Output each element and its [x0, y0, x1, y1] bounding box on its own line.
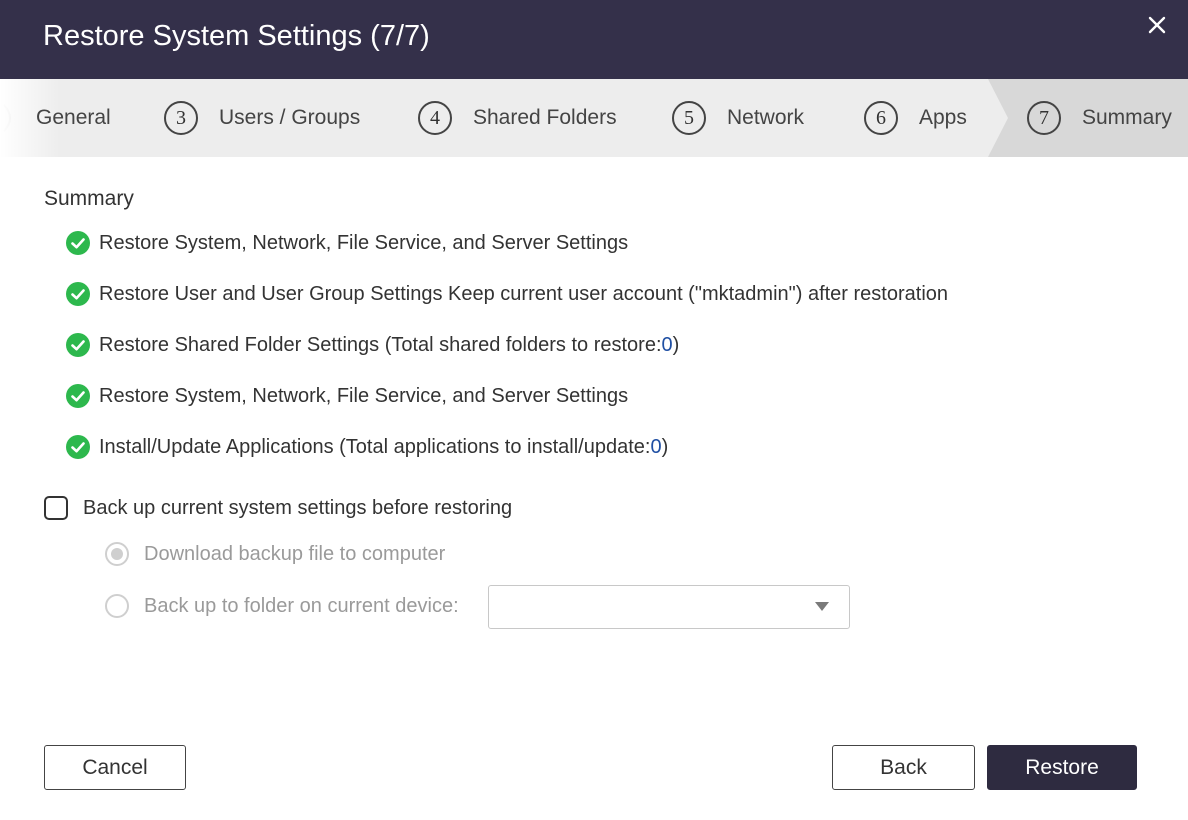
summary-item: Restore Shared Folder Settings (Total sh… [66, 333, 679, 357]
step-label: Summary [1082, 106, 1172, 129]
application-count: 0 [650, 435, 662, 458]
radio-label: Back up to folder on current device: [144, 594, 459, 617]
step-label: Network [727, 106, 805, 129]
summary-item: Restore System, Network, File Service, a… [66, 384, 628, 408]
step-number: 4 [418, 101, 452, 135]
radio-button[interactable] [105, 542, 129, 566]
dialog-titlebar: Restore System Settings (7/7) [0, 0, 1188, 79]
backup-option: Back up current system settings before r… [44, 496, 512, 520]
step-shared-folders[interactable]: 4 Shared Folders [418, 79, 617, 157]
step-number: 7 [1027, 101, 1061, 135]
summary-item-suffix: ) [661, 435, 669, 458]
summary-item: Install/Update Applications (Total appli… [66, 435, 668, 459]
step-number: 5 [672, 101, 706, 135]
check-circle-icon [66, 435, 90, 459]
step-number: 6 [864, 101, 898, 135]
backup-checkbox[interactable] [44, 496, 68, 520]
summary-item-suffix: ) [672, 333, 680, 356]
check-circle-icon [66, 282, 90, 306]
summary-item: Restore User and User Group Settings Kee… [66, 282, 948, 306]
check-circle-icon [66, 231, 90, 255]
step-number: 3 [164, 101, 198, 135]
step-label: Apps [919, 106, 967, 129]
chevron-down-icon [815, 602, 829, 611]
summary-item-text: Restore System, Network, File Service, a… [99, 231, 629, 254]
check-circle-icon [66, 384, 90, 408]
step-label: Users / Groups [219, 106, 361, 129]
step-summary[interactable]: 7 Summary [1027, 79, 1172, 157]
dialog-title: Restore System Settings (7/7) [43, 20, 430, 52]
summary-item-text: Install/Update Applications (Total appli… [99, 435, 651, 458]
radio-button[interactable] [105, 594, 129, 618]
shared-folder-count: 0 [661, 333, 673, 356]
step-label: Shared Folders [473, 106, 617, 129]
cancel-button[interactable]: Cancel [44, 745, 186, 790]
radio-backup-to-folder[interactable]: Back up to folder on current device: [105, 594, 459, 618]
summary-item-text: Restore Shared Folder Settings (Total sh… [99, 333, 662, 356]
section-title: Summary [44, 187, 134, 210]
wizard-steps: General 3 Users / Groups 4 Shared Folder… [0, 79, 1188, 157]
radio-label: Download backup file to computer [144, 542, 446, 565]
backup-folder-select[interactable] [488, 585, 850, 629]
step-general[interactable]: General [36, 79, 111, 157]
backup-checkbox-label[interactable]: Back up current system settings before r… [83, 497, 512, 520]
radio-download-backup[interactable]: Download backup file to computer [105, 542, 445, 566]
step-network[interactable]: 5 Network [672, 79, 804, 157]
step-label: General [36, 106, 111, 129]
summary-item: Restore System, Network, File Service, a… [66, 231, 628, 255]
summary-item-text: Restore User and User Group Settings Kee… [99, 282, 949, 305]
check-circle-icon [66, 333, 90, 357]
back-button[interactable]: Back [832, 745, 975, 790]
summary-item-text: Restore System, Network, File Service, a… [99, 384, 629, 407]
step-users-groups[interactable]: 3 Users / Groups [164, 79, 360, 157]
restore-button[interactable]: Restore [987, 745, 1137, 790]
step-apps[interactable]: 6 Apps [864, 79, 967, 157]
close-icon[interactable] [1143, 11, 1171, 39]
